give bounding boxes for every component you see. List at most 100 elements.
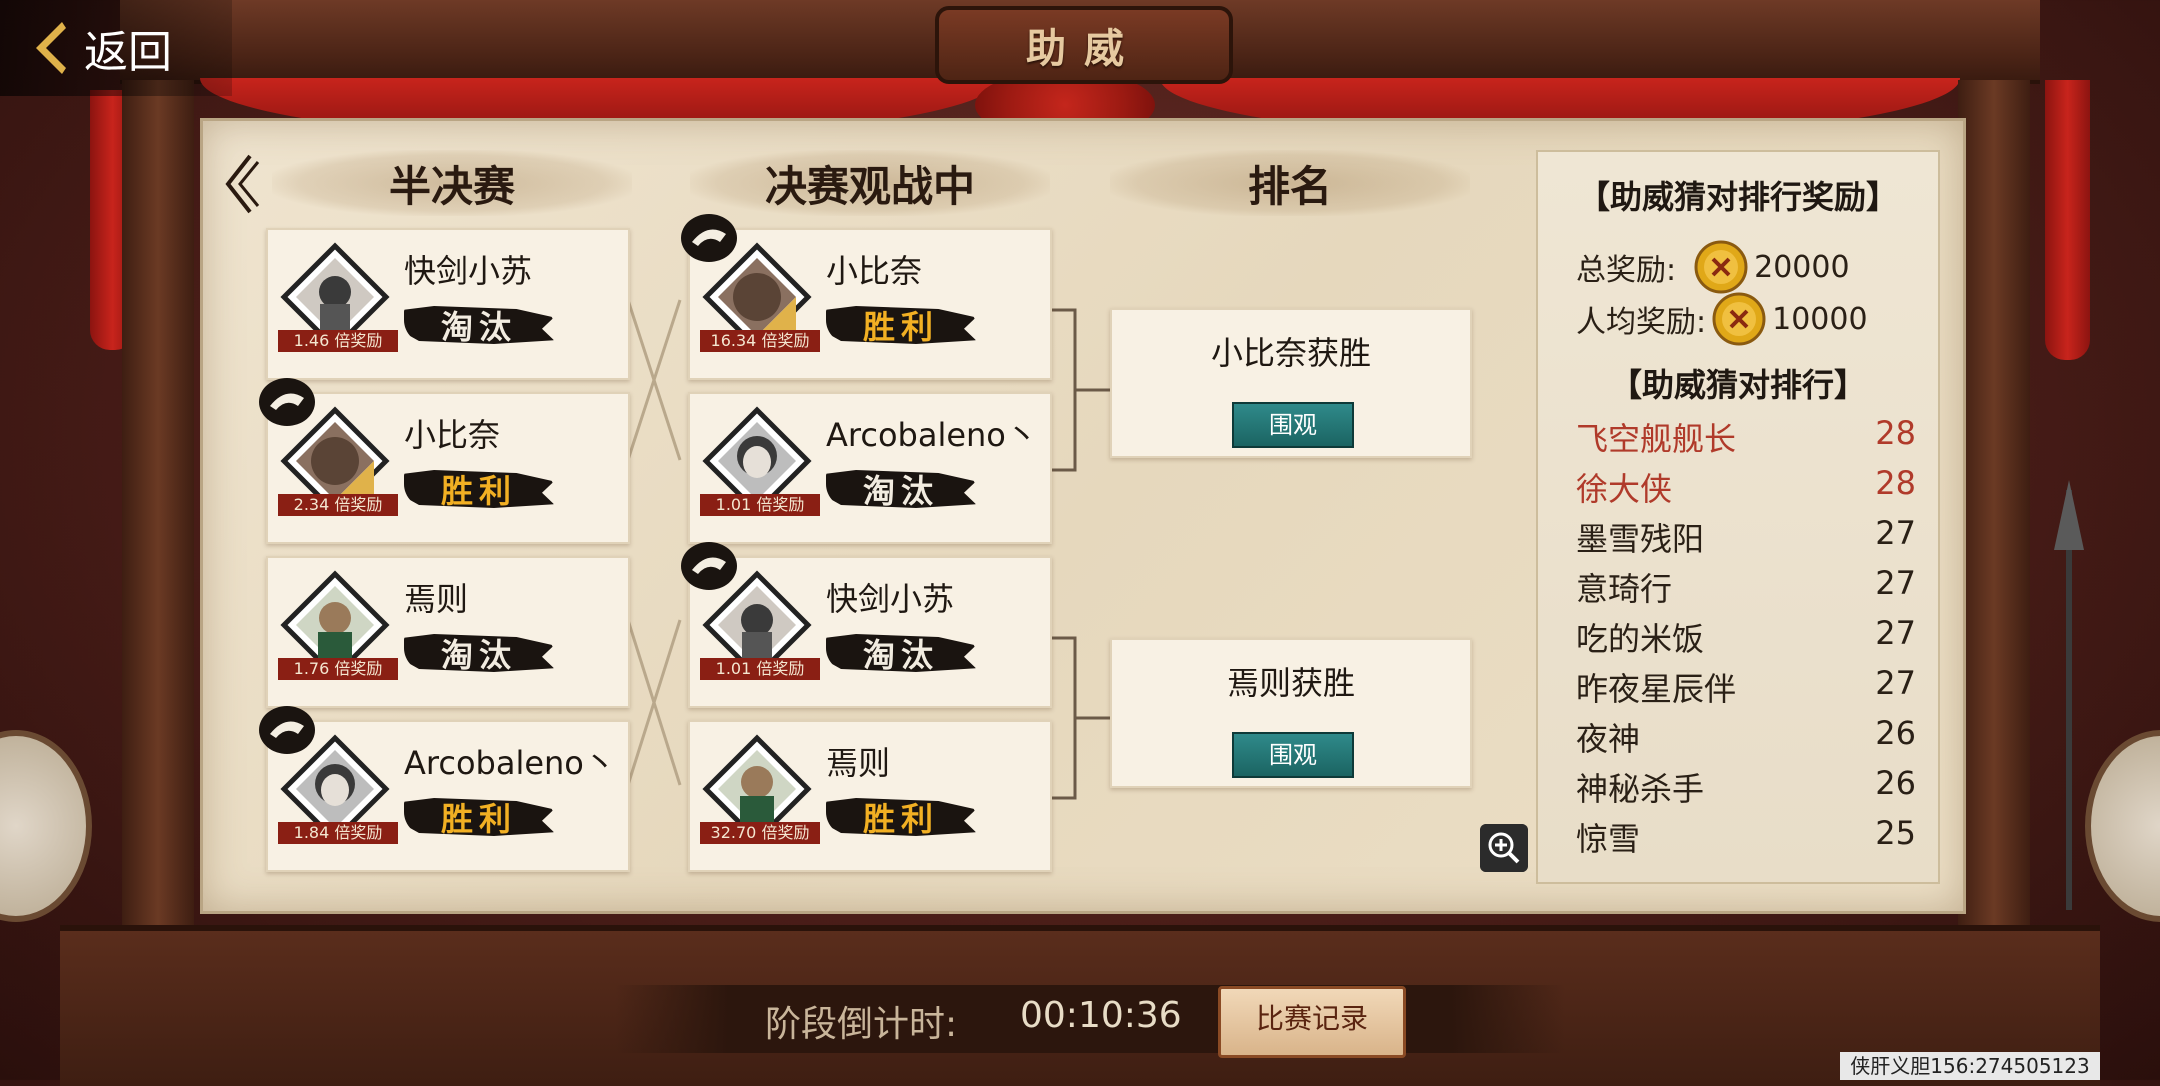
countdown-bar: 阶段倒计时: 00:10:36 [615, 985, 1565, 1053]
status-text: 淘汰 [440, 636, 517, 674]
final-card-4[interactable]: 32.70 倍奖励 焉则 胜利 [688, 720, 1052, 872]
status-text: 胜利 [862, 800, 939, 838]
right-curtain [2045, 80, 2090, 360]
status-badge: 淘汰 [826, 630, 976, 676]
back-button[interactable]: 返回 [0, 0, 232, 96]
final-card-2[interactable]: 1.01 倍奖励 Arcobaleno丶 淘汰 [688, 392, 1052, 544]
odds-label: 16.34 倍奖励 [700, 330, 820, 352]
title-plaque: 助威 [935, 6, 1233, 84]
final-card-3[interactable]: 1.01 倍奖励 快剑小苏 淘汰 [681, 542, 1052, 708]
result-text: 焉则获胜 [1226, 664, 1355, 702]
semifinal-card-4[interactable]: 1.84 倍奖励 Arcobaleno丶 胜利 [259, 706, 630, 872]
reward-title: 【助威猜对排行奖励】 [1577, 178, 1898, 216]
semifinal-card-1[interactable]: 1.46 倍奖励 快剑小苏 淘汰 [266, 228, 630, 380]
prev-page-arrow-icon[interactable] [220, 152, 260, 216]
ranking-name: 墨雪残阳 [1576, 520, 1705, 558]
result-box-2: 焉则获胜 围观 [1110, 638, 1472, 788]
total-reward-value: 20000 [1754, 249, 1850, 285]
ranking-row: 意琦行 27 [1576, 564, 1916, 610]
ranking-score: 27 [1875, 664, 1916, 702]
ranking-score: 27 [1875, 564, 1916, 602]
status-badge: 胜利 [404, 466, 554, 512]
status-text: 胜利 [862, 308, 939, 346]
zoom-in-icon[interactable] [1480, 824, 1528, 872]
player-name: Arcobaleno丶 [404, 744, 616, 782]
spear-tip [2054, 480, 2084, 550]
ranking-name: 意琦行 [1576, 570, 1673, 608]
final-header: 决赛观战中 [690, 150, 1050, 216]
left-drum [0, 730, 92, 922]
odds-label: 32.70 倍奖励 [700, 822, 820, 844]
semifinal-card-2[interactable]: 2.34 倍奖励 小比奈 胜利 [259, 378, 630, 544]
final-card-1[interactable]: 16.34 倍奖励 小比奈 胜利 [681, 214, 1052, 380]
per-reward-label: 人均奖励: [1576, 305, 1707, 340]
back-label: 返回 [84, 27, 172, 78]
player-name: 焉则 [826, 744, 891, 782]
ranking-row: 徐大侠 28 [1576, 464, 1916, 510]
per-reward-value: 10000 [1772, 301, 1868, 337]
ranking-name: 神秘杀手 [1576, 770, 1705, 808]
ranking-score: 28 [1875, 414, 1916, 452]
semifinal-card-3[interactable]: 1.76 倍奖励 焉则 淘汰 [266, 556, 630, 708]
ranking-score: 27 [1875, 514, 1916, 552]
status-badge: 胜利 [826, 302, 976, 348]
result-text: 小比奈获胜 [1210, 334, 1371, 372]
odds-label: 1.46 倍奖励 [278, 330, 398, 352]
ranking-row: 飞空舰舰长 28 [1576, 414, 1916, 460]
status-badge: 淘汰 [404, 630, 554, 676]
player-name: 小比奈 [404, 416, 501, 454]
match-record-button[interactable]: 比赛记录 [1218, 986, 1406, 1058]
watch-button[interactable]: 围观 [1232, 732, 1354, 778]
ranking-name: 惊雪 [1576, 820, 1641, 858]
reward-panel: 【助威猜对排行奖励】 总奖励: 20000 人均奖励: 10000 【助威猜对排… [1536, 150, 1940, 884]
ranking-score: 27 [1875, 614, 1916, 652]
ranking-row: 墨雪残阳 27 [1576, 514, 1916, 560]
status-badge: 淘汰 [826, 466, 976, 512]
odds-label: 1.01 倍奖励 [700, 494, 820, 516]
status-text: 胜利 [440, 800, 517, 838]
ranking-name: 徐大侠 [1576, 470, 1673, 508]
ranking-score: 25 [1875, 814, 1916, 852]
status-badge: 胜利 [826, 794, 976, 840]
odds-label: 1.84 倍奖励 [278, 822, 398, 844]
player-name: 小比奈 [826, 252, 923, 290]
player-name: 快剑小苏 [404, 252, 533, 290]
status-text: 胜利 [440, 472, 517, 510]
odds-label: 1.76 倍奖励 [278, 658, 398, 680]
result-box-1: 小比奈获胜 围观 [1110, 308, 1472, 458]
ranking-score: 26 [1875, 764, 1916, 802]
player-name: Arcobaleno丶 [826, 416, 1038, 454]
status-text: 淘汰 [862, 636, 939, 674]
status-badge: 胜利 [404, 794, 554, 840]
ranking-row: 夜神 26 [1576, 714, 1916, 760]
ranking-row: 惊雪 25 [1576, 814, 1916, 860]
ranking-name: 夜神 [1576, 720, 1641, 758]
countdown-label: 阶段倒计时: [765, 1004, 958, 1045]
total-reward-label: 总奖励: [1576, 253, 1677, 288]
ranking-header: 排名 [1110, 150, 1470, 216]
countdown-time: 00:10:36 [1020, 995, 1182, 1036]
status-badge: 淘汰 [404, 302, 554, 348]
status-text: 淘汰 [440, 308, 517, 346]
ranking-score: 28 [1875, 464, 1916, 502]
ranking-title: 【助威猜对排行】 [1609, 366, 1866, 404]
ranking-row: 昨夜星辰伴 27 [1576, 664, 1916, 710]
coin-icon [1712, 292, 1766, 346]
per-reward-row: 人均奖励: 10000 [1576, 292, 1868, 346]
odds-label: 1.01 倍奖励 [700, 658, 820, 680]
player-name: 快剑小苏 [826, 580, 955, 618]
semifinal-header: 半决赛 [272, 150, 632, 216]
coin-icon [1694, 240, 1748, 294]
back-arrow-icon [36, 22, 66, 74]
watch-button[interactable]: 围观 [1232, 402, 1354, 448]
right-pillar [1958, 80, 2030, 950]
status-text: 淘汰 [862, 472, 939, 510]
odds-label: 2.34 倍奖励 [278, 494, 398, 516]
ranking-score: 26 [1875, 714, 1916, 752]
ranking-name: 吃的米饭 [1576, 620, 1705, 658]
spear [2066, 490, 2072, 910]
ranking-row: 神秘杀手 26 [1576, 764, 1916, 810]
user-id-watermark: 侠肝义胆156:274505123 [1840, 1052, 2100, 1080]
ranking-name: 昨夜星辰伴 [1576, 670, 1737, 708]
ranking-name: 飞空舰舰长 [1576, 420, 1737, 458]
